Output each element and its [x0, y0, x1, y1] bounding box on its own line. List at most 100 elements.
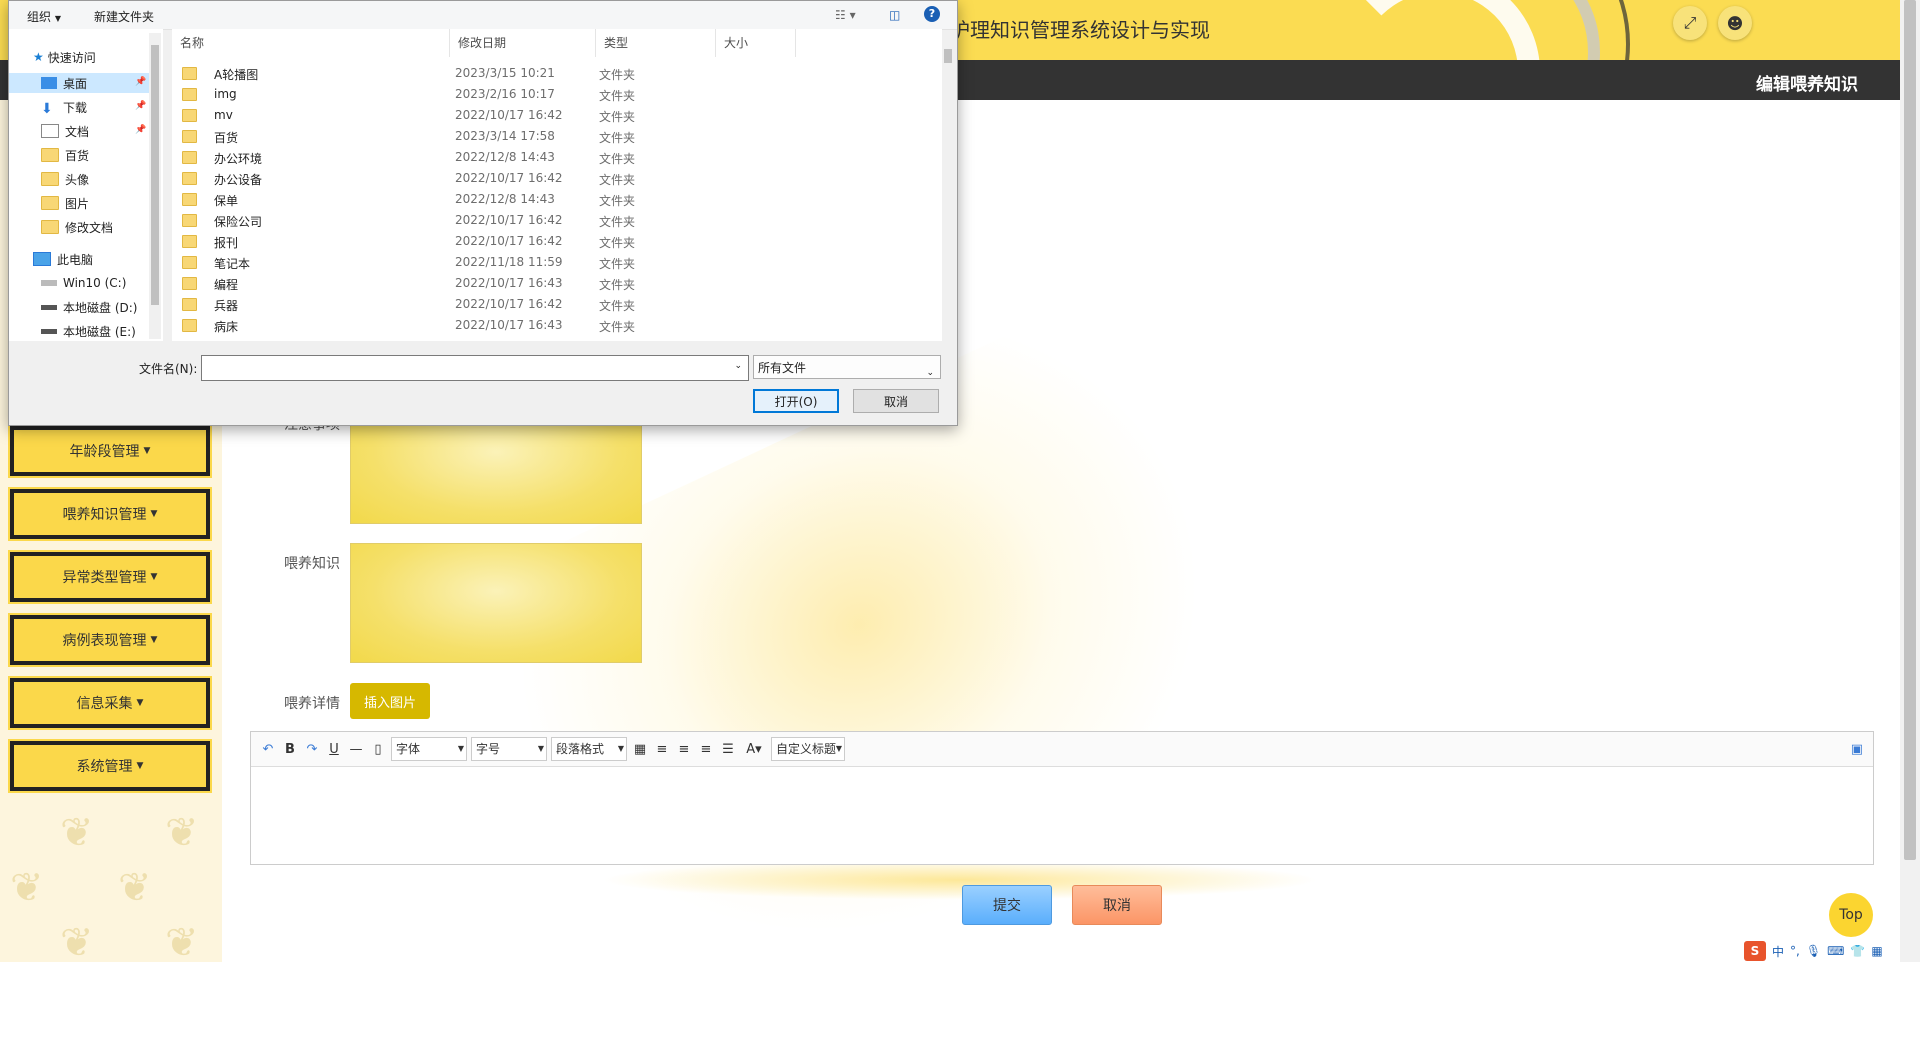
- nav-item-folder[interactable]: 百货: [41, 145, 89, 165]
- dialog-cancel-button[interactable]: 取消: [853, 389, 939, 413]
- caret-down-icon[interactable]: ⌄: [734, 361, 742, 371]
- file-row[interactable]: img 2023/2/16 10:17 文件夹: [172, 84, 942, 105]
- nav-item-drive-e[interactable]: 本地磁盘 (E:): [41, 321, 136, 341]
- justify-icon[interactable]: ☰: [717, 742, 739, 757]
- file-row[interactable]: 笔记本 2022/11/18 11:59 文件夹: [172, 252, 942, 273]
- pin-icon: 📌: [135, 77, 147, 87]
- nav-item-downloads[interactable]: ⬇ 下载: [41, 97, 87, 118]
- user-button[interactable]: ☻: [1718, 6, 1752, 40]
- sidebar-item-system[interactable]: 系统管理 ▼: [8, 739, 212, 793]
- file-row[interactable]: 保单 2022/12/8 14:43 文件夹: [172, 189, 942, 210]
- caret-down-icon: ▼: [150, 572, 158, 582]
- file-row[interactable]: A轮播图 2023/3/15 10:21 文件夹: [172, 63, 942, 84]
- feeding-knowledge-textarea[interactable]: [350, 543, 642, 663]
- paragraph-select[interactable]: 段落格式 ▼: [551, 737, 627, 761]
- column-header-name[interactable]: 名称: [172, 29, 450, 57]
- skin-icon[interactable]: 👕: [1850, 944, 1865, 958]
- file-list-scrollbar[interactable]: [942, 33, 954, 339]
- ime-language[interactable]: 中: [1772, 943, 1784, 960]
- keyboard-icon[interactable]: ⌨: [1827, 944, 1844, 958]
- nav-item-desktop[interactable]: 桌面: [41, 73, 87, 93]
- align-left-icon[interactable]: ≡: [651, 742, 673, 757]
- filename-input[interactable]: ⌄: [201, 355, 749, 381]
- file-modified: 2022/12/8 14:43: [455, 150, 555, 164]
- nav-item-documents[interactable]: 文档: [41, 121, 89, 141]
- organize-button[interactable]: 组织 ▼: [27, 8, 61, 25]
- font-size-select[interactable]: 字号 ▼: [471, 737, 547, 761]
- folder-icon: [182, 67, 197, 80]
- sidebar-item-age-group[interactable]: 年龄段管理 ▼: [8, 424, 212, 478]
- nav-scrollbar[interactable]: [149, 33, 161, 339]
- document-icon[interactable]: ▯: [367, 742, 389, 757]
- font-color-icon[interactable]: A▾: [739, 742, 769, 757]
- scrollbar-thumb[interactable]: [151, 45, 159, 305]
- scrollbar-thumb[interactable]: [944, 49, 952, 63]
- ime-punctuation[interactable]: °,: [1790, 944, 1800, 958]
- sidebar-item-case-symptoms[interactable]: 病例表现管理 ▼: [8, 613, 212, 667]
- source-code-icon[interactable]: ▣: [1851, 742, 1863, 757]
- bold-icon[interactable]: B: [279, 742, 301, 757]
- help-icon[interactable]: ?: [924, 6, 940, 22]
- microphone-icon[interactable]: 🎙: [1806, 944, 1821, 958]
- cancel-button[interactable]: 取消: [1072, 885, 1162, 925]
- file-name: 兵器: [214, 299, 239, 313]
- new-folder-button[interactable]: 新建文件夹: [94, 8, 154, 25]
- custom-heading-select[interactable]: 自定义标题 ▼: [771, 737, 845, 761]
- nav-item-folder[interactable]: 头像: [41, 169, 89, 189]
- sidebar-item-feeding-knowledge[interactable]: 喂养知识管理 ▼: [8, 487, 212, 541]
- organize-label: 组织: [27, 10, 52, 24]
- nav-item-label: 头像: [65, 172, 90, 187]
- column-header-modified[interactable]: 修改日期: [450, 29, 596, 57]
- nav-item-label: 修改文档: [65, 220, 114, 235]
- undo-icon[interactable]: ↶: [257, 742, 279, 757]
- open-button[interactable]: 打开(O): [753, 389, 839, 413]
- file-type-select[interactable]: 所有文件 ⌄: [753, 355, 941, 379]
- insert-image-button[interactable]: 插入图片: [350, 683, 430, 719]
- file-type: 文件夹: [599, 110, 636, 124]
- column-header-type[interactable]: 类型: [596, 29, 716, 57]
- page-scrollbar[interactable]: [1900, 0, 1920, 962]
- horizontal-rule-icon[interactable]: —: [345, 742, 367, 757]
- fullscreen-button[interactable]: ⤢: [1673, 6, 1707, 40]
- view-options-icon[interactable]: ☷ ▾: [835, 8, 856, 22]
- file-row[interactable]: 兵器 2022/10/17 16:42 文件夹: [172, 294, 942, 315]
- file-row[interactable]: 病床 2022/10/17 16:43 文件夹: [172, 315, 942, 336]
- file-row[interactable]: 编程 2022/10/17 16:43 文件夹: [172, 273, 942, 294]
- file-row[interactable]: 百货 2023/3/14 17:58 文件夹: [172, 126, 942, 147]
- back-to-top-button[interactable]: Top: [1829, 893, 1873, 937]
- file-modified: 2022/11/18 11:59: [455, 255, 563, 269]
- align-center-icon[interactable]: ≡: [695, 742, 717, 757]
- sidebar-item-abnormal-type[interactable]: 异常类型管理 ▼: [8, 550, 212, 604]
- nav-item-folder[interactable]: 图片: [41, 193, 89, 213]
- document-icon: [41, 124, 59, 138]
- folder-icon: [182, 151, 197, 164]
- underline-icon[interactable]: U: [323, 742, 345, 757]
- align-right-icon[interactable]: ≡: [673, 742, 695, 757]
- submit-button[interactable]: 提交: [962, 885, 1052, 925]
- table-icon[interactable]: ▦: [629, 742, 651, 757]
- nav-item-drive-d[interactable]: 本地磁盘 (D:): [41, 297, 137, 317]
- file-type: 文件夹: [599, 215, 636, 229]
- toolbox-icon[interactable]: ▦: [1871, 944, 1882, 958]
- file-row[interactable]: 办公设备 2022/10/17 16:42 文件夹: [172, 168, 942, 189]
- column-header-size[interactable]: 大小: [716, 29, 796, 57]
- file-type: 文件夹: [599, 131, 636, 145]
- drive-icon: [41, 328, 57, 334]
- star-icon: ★: [33, 50, 44, 64]
- file-row[interactable]: mv 2022/10/17 16:42 文件夹: [172, 105, 942, 126]
- nav-item-this-pc[interactable]: 此电脑: [33, 249, 93, 269]
- file-row[interactable]: 保险公司 2022/10/17 16:42 文件夹: [172, 210, 942, 231]
- sogou-logo-icon[interactable]: S: [1744, 941, 1766, 961]
- scrollbar-thumb[interactable]: [1904, 0, 1916, 860]
- caret-down-icon: ▼: [835, 744, 842, 753]
- sidebar-item-info-collection[interactable]: 信息采集 ▼: [8, 676, 212, 730]
- nav-item-folder[interactable]: 修改文档: [41, 217, 113, 237]
- file-row[interactable]: 办公环境 2022/12/8 14:43 文件夹: [172, 147, 942, 168]
- font-select[interactable]: 字体 ▼: [391, 737, 467, 761]
- file-row[interactable]: 报刊 2022/10/17 16:42 文件夹: [172, 231, 942, 252]
- preview-pane-icon[interactable]: ◫: [889, 8, 900, 22]
- nav-item-quick-access[interactable]: ★ 快速访问: [33, 47, 96, 67]
- nav-item-drive-c[interactable]: Win10 (C:): [41, 273, 126, 293]
- redo-icon[interactable]: ↷: [301, 742, 323, 757]
- rich-text-editor[interactable]: ↶ B ↷ U — ▯ 字体 ▼ 字号 ▼ 段落格式 ▼ ▦ ≡ ≡ ≡ ☰ A▾ 自…: [250, 731, 1874, 865]
